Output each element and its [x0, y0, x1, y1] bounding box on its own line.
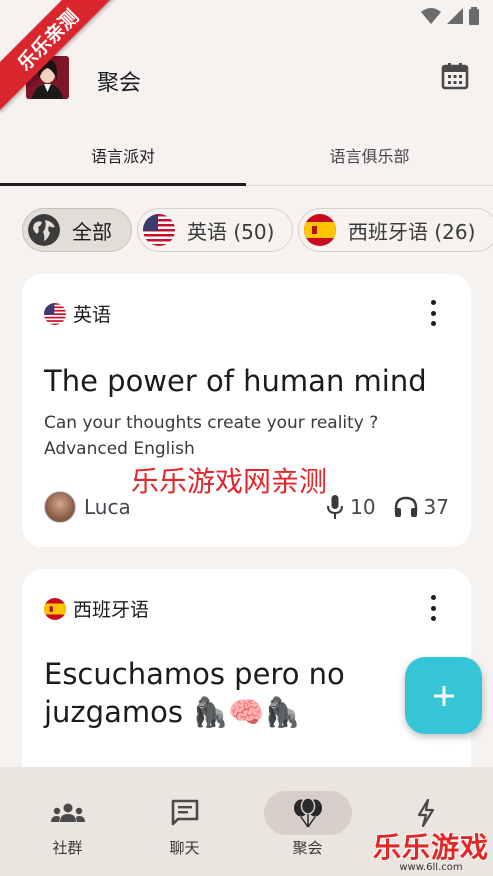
page-title: 聚会	[97, 71, 142, 96]
tab-indicator	[0, 183, 246, 186]
us-flag-icon	[143, 214, 175, 246]
microphone-icon	[327, 495, 344, 519]
balloons-icon	[263, 791, 352, 835]
host-name: Luca	[84, 495, 131, 519]
filter-chips: 全部 英语 (50) 西班牙语 (26)	[22, 208, 493, 252]
tab-language-club[interactable]: 语言俱乐部	[246, 124, 493, 186]
speakers-count: 10	[326, 494, 376, 520]
nav-community-label: 社群	[52, 839, 83, 857]
party-card[interactable]: 西班牙语 Escuchamos pero no juzgamos 🦍🧠🦍	[22, 569, 471, 799]
nav-chat[interactable]: 聊天	[123, 767, 246, 876]
watermark-text: 乐乐游戏网亲测	[131, 465, 328, 498]
nav-party-label: 聚会	[292, 839, 323, 857]
chip-spanish[interactable]: 西班牙语 (26)	[298, 208, 493, 252]
party-card[interactable]: 英语 The power of human mind Can your thou…	[22, 274, 471, 547]
card-language-label: 英语	[73, 304, 112, 326]
listeners-value: 37	[423, 495, 449, 519]
nav-party[interactable]: 聚会	[246, 767, 369, 876]
community-icon	[24, 791, 112, 835]
more-options-button[interactable]	[423, 595, 443, 621]
speakers-value: 10	[350, 495, 376, 519]
card-description-line: Advanced English	[44, 439, 195, 459]
calendar-button[interactable]	[441, 62, 469, 90]
card-description-line: Can your thoughts create your reality ?	[44, 413, 379, 433]
app-bar: 聚会	[0, 40, 493, 116]
more-vert-icon	[430, 300, 436, 305]
card-stats: 10 37	[308, 494, 449, 520]
chip-english[interactable]: 英语 (50)	[137, 208, 293, 252]
card-description: Can your thoughts create your reality ? …	[44, 410, 378, 462]
chip-english-label: 英语 (50)	[187, 219, 275, 244]
card-language: 英语	[44, 300, 111, 327]
card-title: Escuchamos pero no juzgamos 🦍🧠🦍	[44, 657, 345, 729]
nav-chat-label: 聊天	[169, 839, 200, 857]
watermark-corner-logo: 乐乐游戏 www.6ll.com	[373, 826, 489, 873]
watermark-corner-text: 乐乐游戏	[372, 831, 489, 864]
host-avatar	[44, 491, 76, 523]
battery-icon	[469, 7, 479, 25]
spain-flag-icon	[304, 214, 336, 246]
chip-all-label: 全部	[72, 219, 112, 244]
signal-icon	[447, 8, 463, 24]
wifi-icon	[421, 8, 441, 24]
calendar-icon	[441, 63, 469, 90]
card-language-label: 西班牙语	[73, 599, 150, 621]
status-icons	[421, 7, 479, 25]
nav-community[interactable]: 社群	[6, 767, 129, 876]
chat-icon	[141, 791, 229, 835]
more-vert-icon	[430, 595, 436, 600]
tab-language-party[interactable]: 语言派对	[0, 124, 246, 186]
card-language: 西班牙语	[44, 595, 149, 622]
spain-flag-icon	[44, 597, 66, 620]
us-flag-icon	[44, 302, 66, 325]
card-host: Luca	[44, 491, 131, 523]
tab-bar: 语言派对 语言俱乐部	[0, 124, 493, 186]
card-title: The power of human mind	[44, 364, 427, 398]
chip-spanish-label: 西班牙语 (26)	[348, 219, 476, 244]
more-options-button[interactable]	[423, 300, 443, 326]
plus-icon	[433, 685, 454, 706]
listeners-count: 37	[394, 495, 449, 519]
globe-icon	[28, 214, 60, 246]
headphones-icon	[394, 496, 417, 517]
create-party-button[interactable]	[405, 657, 482, 734]
chip-all[interactable]: 全部	[22, 208, 132, 252]
